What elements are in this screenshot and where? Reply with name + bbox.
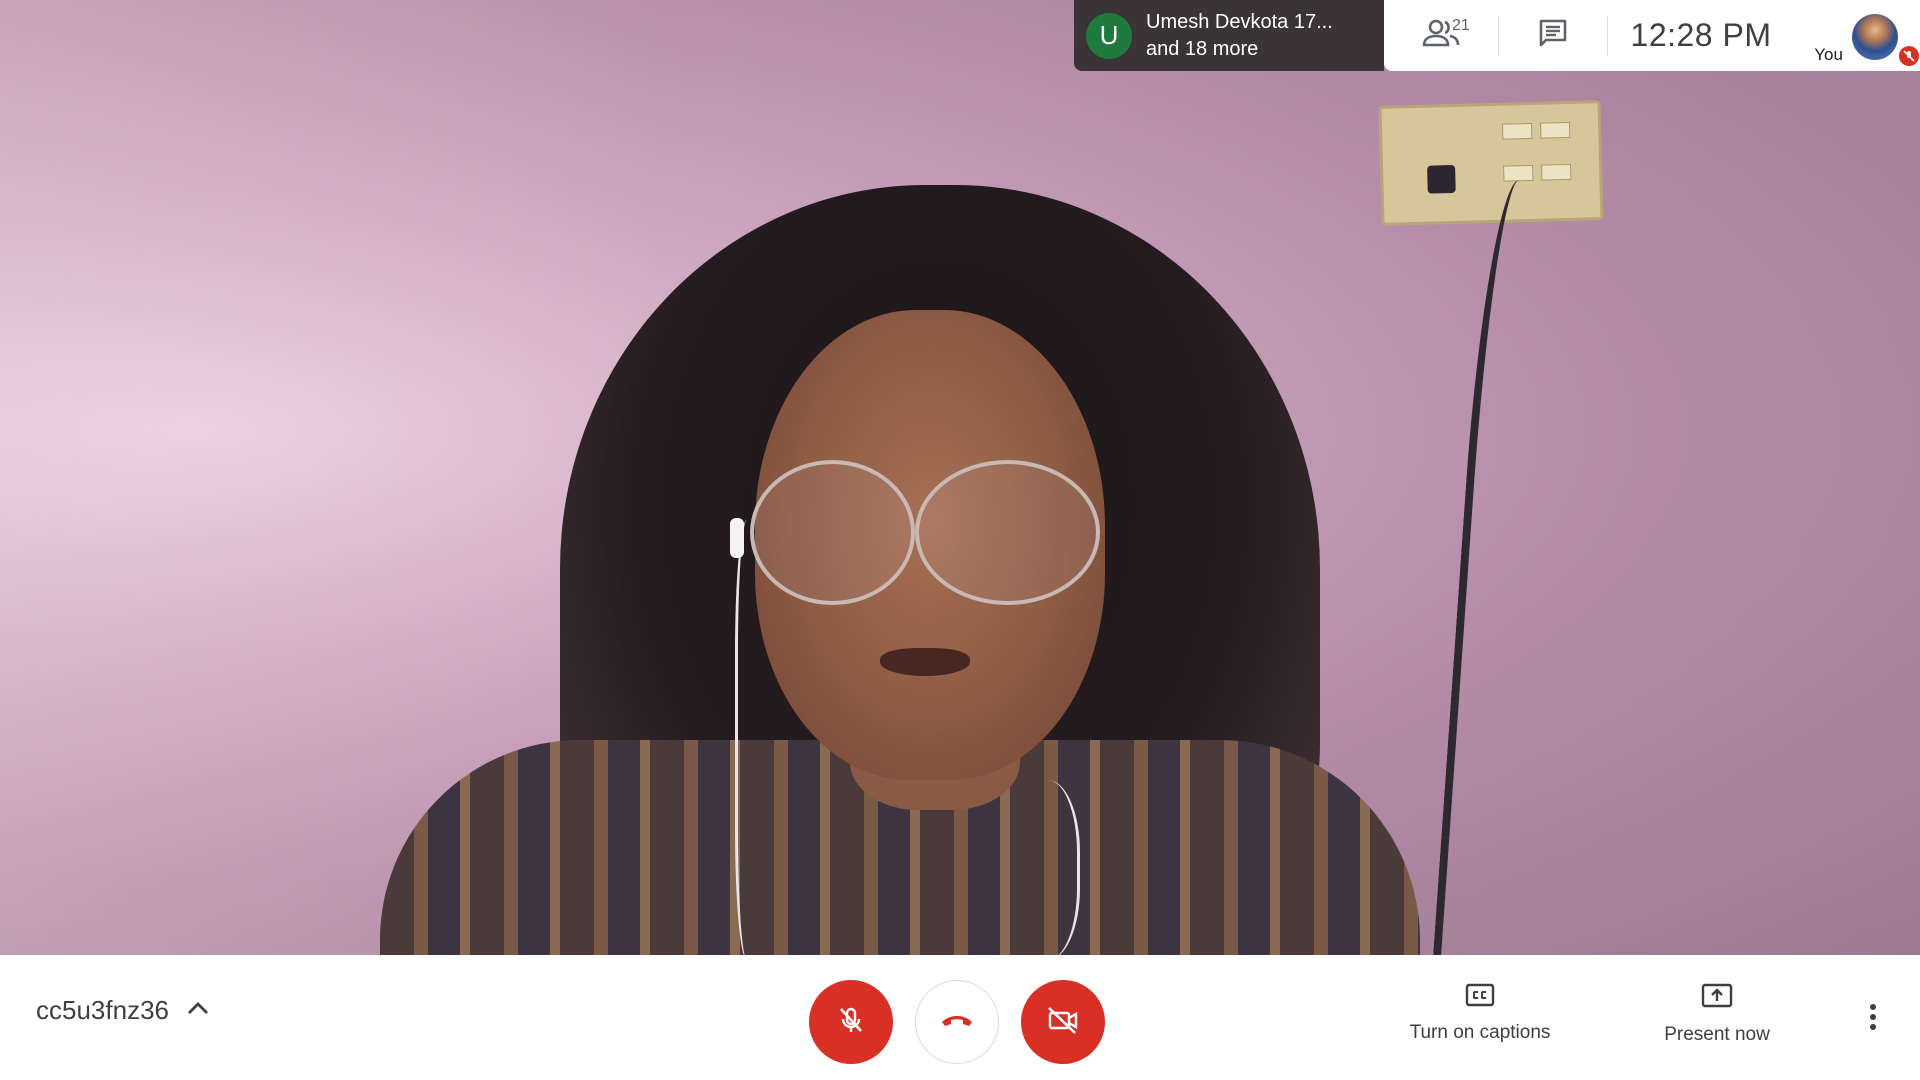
call-controls <box>809 980 1105 1064</box>
self-avatar <box>1852 14 1899 60</box>
captions-label: Turn on captions <box>1409 1022 1551 1043</box>
participant-names: Umesh Devkota 17... and 18 more <box>1146 9 1333 63</box>
earbud <box>730 518 744 558</box>
participant-video <box>0 0 1920 955</box>
glasses-lens-right <box>915 460 1100 605</box>
mic-off-icon <box>835 1004 867 1041</box>
mic-toggle-button[interactable] <box>809 980 893 1064</box>
present-screen-icon <box>1701 983 1733 1014</box>
participant-more-line: and 18 more <box>1146 37 1259 60</box>
mic-off-icon <box>1899 46 1920 66</box>
leave-call-button[interactable] <box>915 980 999 1064</box>
phone-hangup-icon <box>939 1010 975 1035</box>
chevron-up-icon <box>187 1001 209 1020</box>
camera-toggle-button[interactable] <box>1021 980 1105 1064</box>
mouth <box>880 648 970 676</box>
camera-off-icon <box>1046 1005 1080 1040</box>
closed-captions-icon <box>1465 983 1495 1012</box>
main-video-feed: U Umesh Devkota 17... and 18 more 21 12:… <box>0 0 1920 955</box>
participant-name-line: Umesh Devkota 17... <box>1146 10 1333 33</box>
self-label: You <box>1814 45 1843 64</box>
self-video-tile[interactable]: You <box>1802 0 1920 71</box>
participant-avatar: U <box>1086 12 1132 59</box>
more-options-button[interactable] <box>1858 999 1888 1039</box>
earphone-wire <box>1000 780 1080 955</box>
chat-button[interactable] <box>1499 0 1607 71</box>
people-count: 21 <box>1452 17 1470 34</box>
participants-summary[interactable]: U Umesh Devkota 17... and 18 more <box>1074 0 1384 71</box>
people-button[interactable]: 21 <box>1384 0 1498 71</box>
earphone-wire <box>735 520 775 955</box>
chat-icon <box>1537 17 1569 54</box>
present-label: Present now <box>1664 1024 1770 1045</box>
meeting-code: cc5u3fnz36 <box>36 995 169 1025</box>
clock: 12:28 PM <box>1630 17 1772 53</box>
glasses-lens-left <box>750 460 915 605</box>
bottom-control-bar: cc5u3fnz36 Turn on captions Present now <box>0 955 1920 1080</box>
captions-button[interactable]: Turn on captions <box>1400 983 1560 1044</box>
present-now-button[interactable]: Present now <box>1647 983 1787 1046</box>
top-right-panel: 21 12:28 PM You <box>1384 0 1920 71</box>
meeting-details-toggle[interactable]: cc5u3fnz36 <box>36 995 209 1026</box>
more-vert-icon <box>1869 1003 1877 1036</box>
